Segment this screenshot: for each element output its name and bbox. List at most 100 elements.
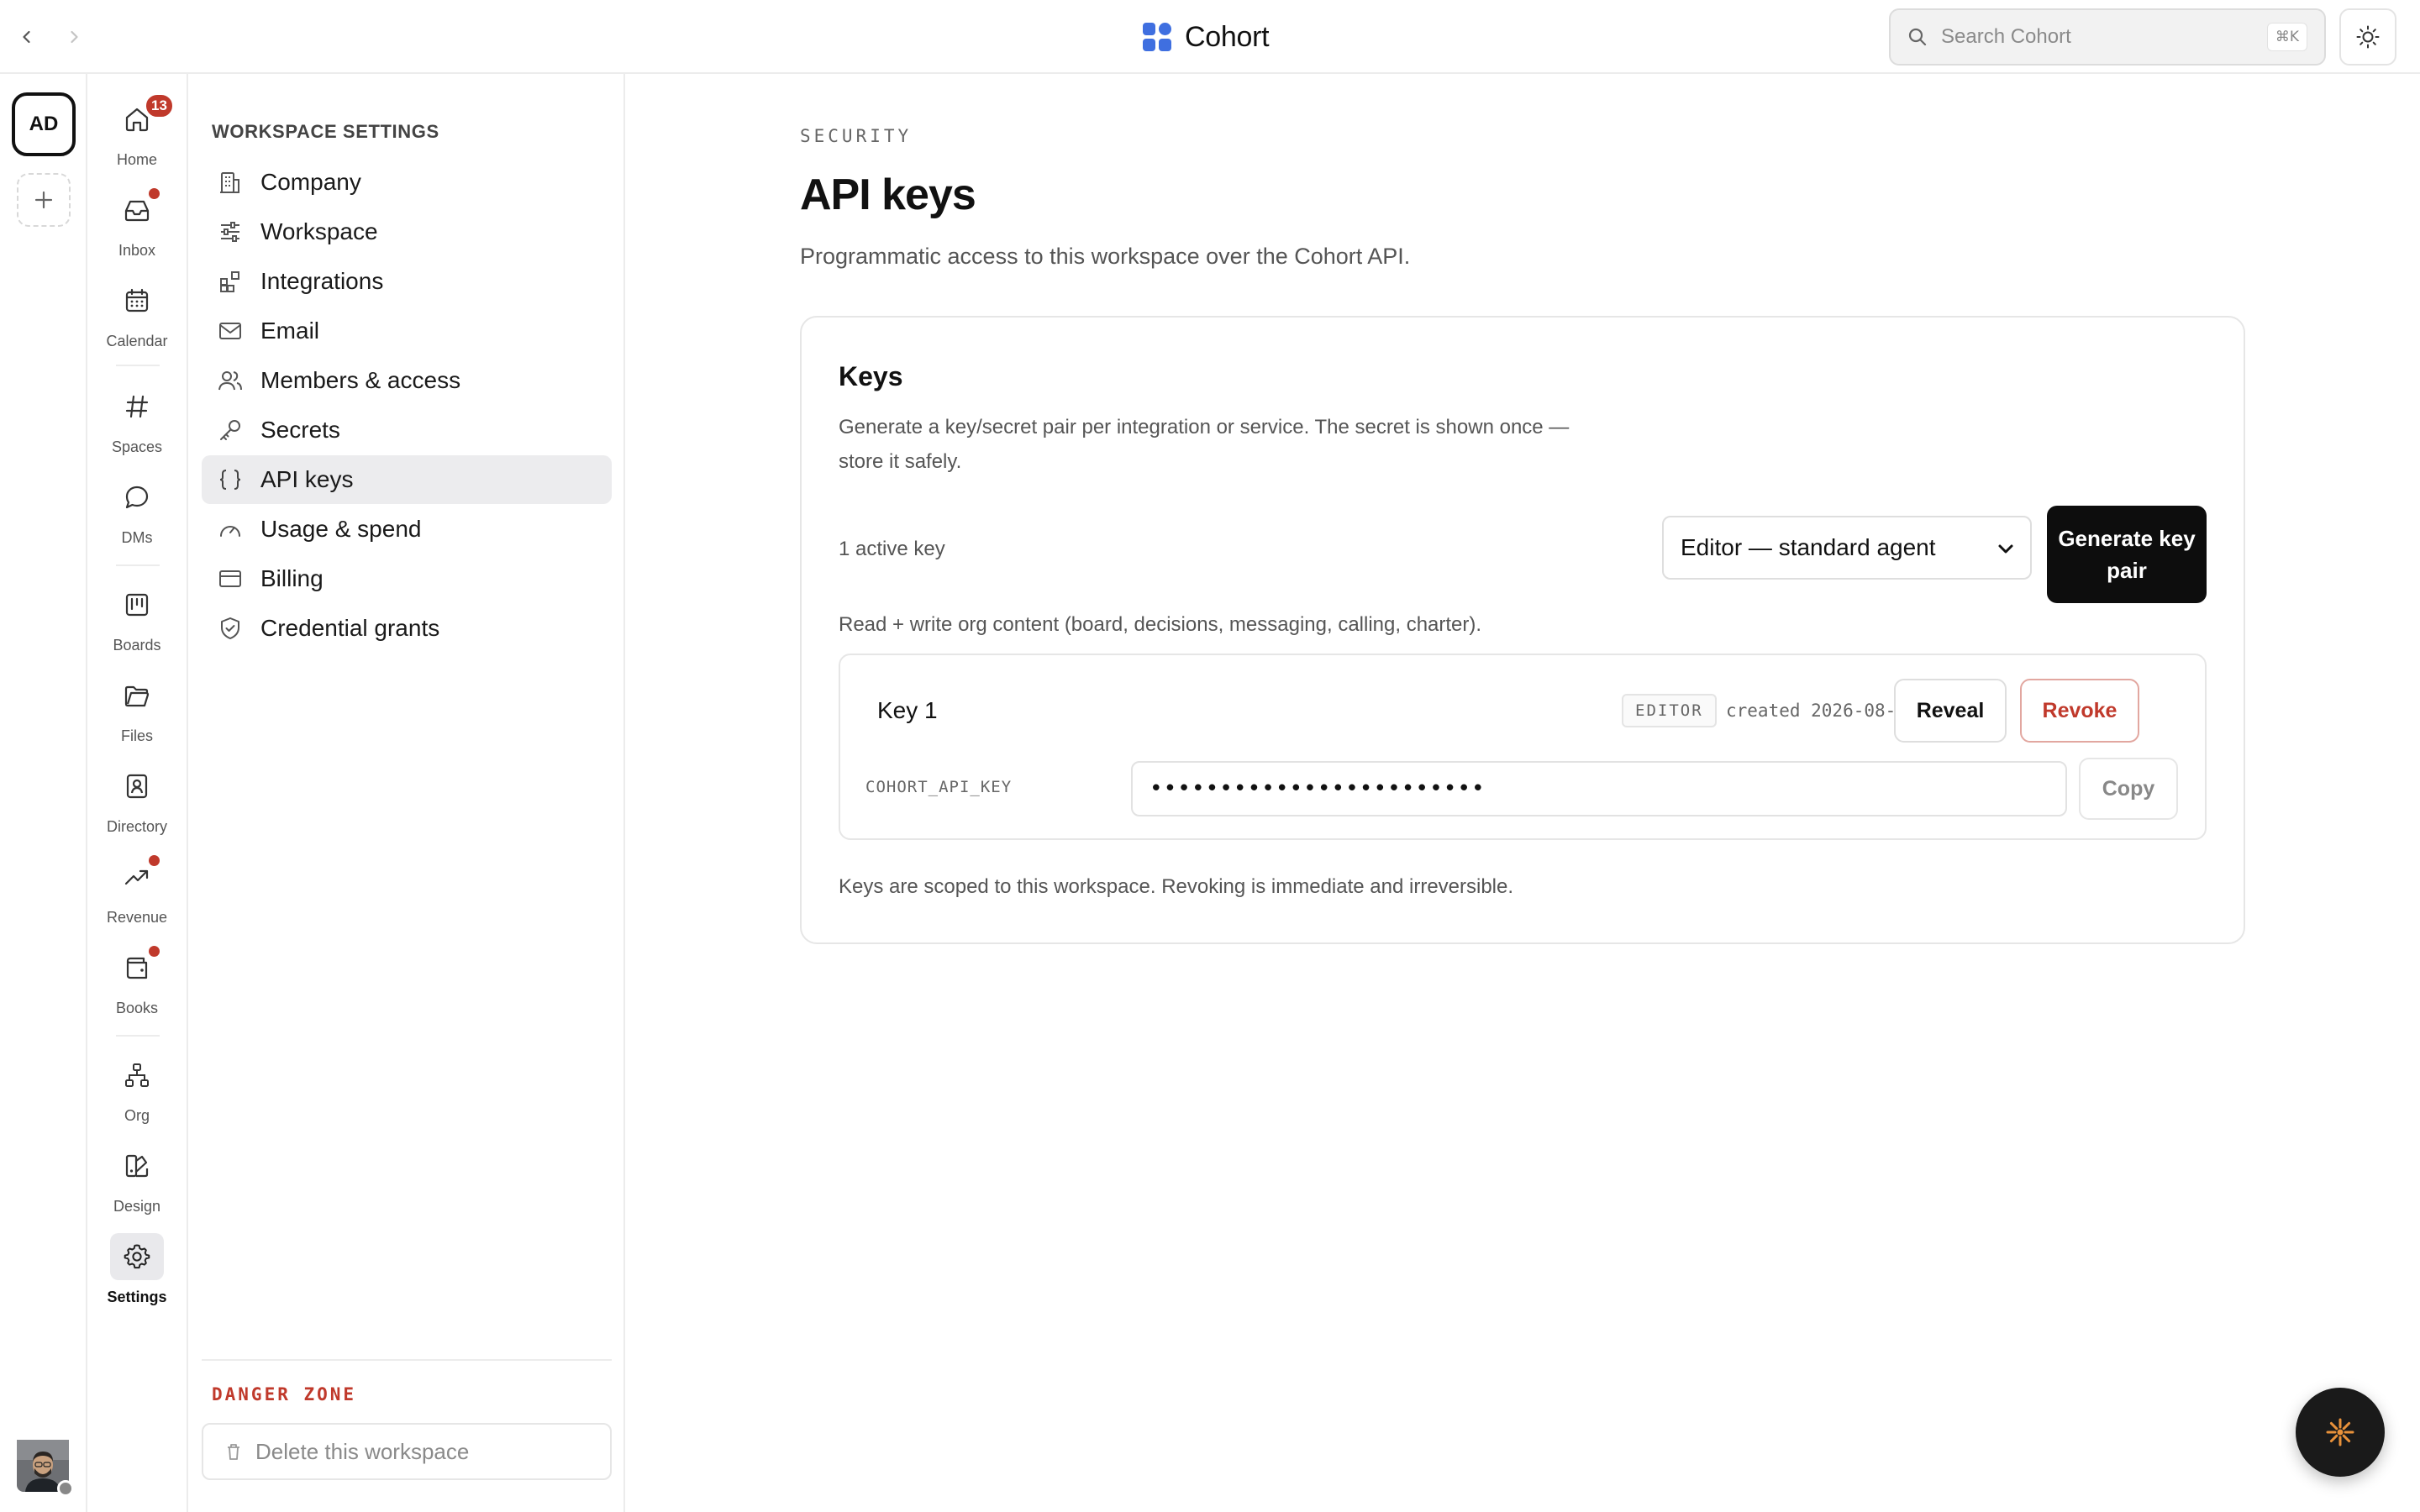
presence-indicator [57, 1480, 74, 1497]
nav-item-revenue[interactable]: Revenue [87, 853, 187, 927]
divider [202, 1359, 612, 1361]
theme-toggle-button[interactable] [2339, 8, 2396, 66]
role-select[interactable]: Editor — standard agent [1662, 516, 2032, 580]
search-box[interactable]: ⌘K [1889, 8, 2326, 66]
chat-bubble-icon [123, 483, 151, 512]
revoke-button[interactable]: Revoke [2020, 679, 2139, 743]
env-var-label: COHORT_API_KEY [865, 778, 1013, 796]
nav-divider [116, 365, 160, 366]
active-key-count: 1 active key [839, 538, 945, 560]
sidebar-item-usage[interactable]: Usage & spend [202, 505, 612, 554]
nav-divider [116, 564, 160, 566]
nav-item-files[interactable]: Files [87, 672, 187, 745]
nav-item-design[interactable]: Design [87, 1142, 187, 1215]
sidebar-item-email[interactable]: Email [202, 307, 612, 355]
palette-icon [123, 1152, 151, 1180]
sun-icon [2355, 24, 2381, 50]
nav-label: Directory [106, 818, 167, 835]
key-created-date: created 2026-08-06 [1726, 701, 1918, 721]
sidebar-item-label: Secrets [260, 417, 340, 443]
nav-item-home[interactable]: 13 Home [87, 92, 187, 169]
chevron-right-icon [66, 29, 82, 45]
delete-workspace-button[interactable]: Delete this workspace [202, 1423, 612, 1480]
chevron-left-icon [18, 29, 35, 45]
section-eyebrow: SECURITY [800, 126, 913, 146]
sidebar-item-credential-grants[interactable]: Credential grants [202, 604, 612, 653]
nav-item-settings[interactable]: Settings [87, 1233, 187, 1306]
folder-icon [123, 681, 151, 710]
brand: Cohort [1141, 18, 1270, 55]
nav-label: Books [115, 1000, 159, 1016]
sidebar-item-workspace[interactable]: Workspace [202, 207, 612, 256]
nav-label: Files [120, 727, 153, 744]
role-description: Read + write org content (board, decisio… [839, 613, 1482, 636]
nav-item-directory[interactable]: Directory [87, 763, 187, 836]
reveal-button[interactable]: Reveal [1894, 679, 2007, 743]
brand-name: Cohort [1185, 20, 1270, 53]
sidebar-item-label: Email [260, 318, 320, 344]
sidebar-item-secrets[interactable]: Secrets [202, 406, 612, 454]
forward-button[interactable] [59, 22, 89, 52]
sparkle-icon [2323, 1415, 2357, 1449]
keys-card: Keys Generate a key/secret pair per inte… [800, 316, 2245, 944]
hash-icon [123, 392, 151, 421]
search-shortcut: ⌘K [2266, 23, 2307, 51]
key-icon [217, 417, 244, 444]
nav-label: Revenue [106, 909, 168, 926]
sidebar-item-label: Company [260, 169, 361, 195]
user-avatar[interactable] [17, 1440, 74, 1497]
nav-item-inbox[interactable]: Inbox [87, 186, 187, 260]
sidebar-item-label: Credential grants [260, 615, 440, 641]
copy-button[interactable]: Copy [2079, 758, 2178, 820]
key-row: Key 1 EDITOR created 2026-08-06 Reveal R… [839, 654, 2207, 840]
card-description: Generate a key/secret pair per integrati… [839, 416, 1570, 473]
contact-book-icon [123, 772, 151, 801]
top-bar: Cohort ⌘K [0, 0, 2420, 74]
nav-label: DMs [121, 529, 153, 546]
key-role-badge: EDITOR [1622, 694, 1717, 727]
org-chart-icon [123, 1061, 151, 1089]
add-workspace-button[interactable] [17, 173, 71, 227]
inbox-unread-dot [149, 188, 160, 199]
nav-item-boards[interactable]: Boards [87, 581, 187, 654]
key-name: Key 1 [877, 697, 938, 723]
api-key-field[interactable] [1131, 761, 2067, 816]
nav-item-dms[interactable]: DMs [87, 474, 187, 547]
nav-label: Inbox [118, 242, 156, 259]
trash-icon [224, 1441, 244, 1462]
revenue-alert-dot [149, 855, 160, 866]
current-workspace-button[interactable]: AD [12, 92, 76, 156]
home-notification-badge: 13 [144, 92, 175, 119]
chevron-down-icon [1995, 538, 2017, 559]
sidebar-item-company[interactable]: Company [202, 158, 612, 207]
credit-card-icon [217, 565, 244, 592]
danger-zone-title: DANGER ZONE [212, 1384, 357, 1404]
nav-item-books[interactable]: Books [87, 944, 187, 1017]
sidebar-item-label: API keys [260, 466, 354, 492]
sidebar-item-members[interactable]: Members & access [202, 356, 612, 405]
calendar-icon [123, 286, 151, 315]
assistant-button[interactable] [2296, 1388, 2385, 1477]
sidebar-item-billing[interactable]: Billing [202, 554, 612, 603]
settings-sidebar: WORKSPACE SETTINGS Company Workspace Int… [188, 74, 625, 1512]
page-title: API keys [800, 171, 976, 219]
generate-key-pair-button[interactable]: Generate key pair [2047, 506, 2207, 603]
cohort-logo-icon [1141, 21, 1173, 53]
sidebar-item-integrations[interactable]: Integrations [202, 257, 612, 306]
role-select-value: Editor — standard agent [1681, 534, 1936, 560]
search-input[interactable] [1941, 25, 2267, 49]
nav-item-calendar[interactable]: Calendar [87, 277, 187, 350]
page-description: Programmatic access to this workspace ov… [800, 244, 1411, 269]
nav-item-spaces[interactable]: Spaces [87, 383, 187, 456]
sidebar-item-api-keys[interactable]: API keys [202, 455, 612, 504]
sidebar-heading: WORKSPACE SETTINGS [212, 121, 439, 142]
nav-item-org[interactable]: Org [87, 1052, 187, 1125]
building-icon [217, 169, 244, 196]
back-button[interactable] [12, 22, 42, 52]
nav-label: Org [124, 1107, 150, 1124]
gear-icon [123, 1242, 151, 1271]
inbox-icon [123, 196, 151, 224]
sidebar-item-label: Billing [260, 565, 324, 591]
sidebar-item-label: Integrations [260, 268, 384, 294]
card-title: Keys [839, 361, 903, 391]
